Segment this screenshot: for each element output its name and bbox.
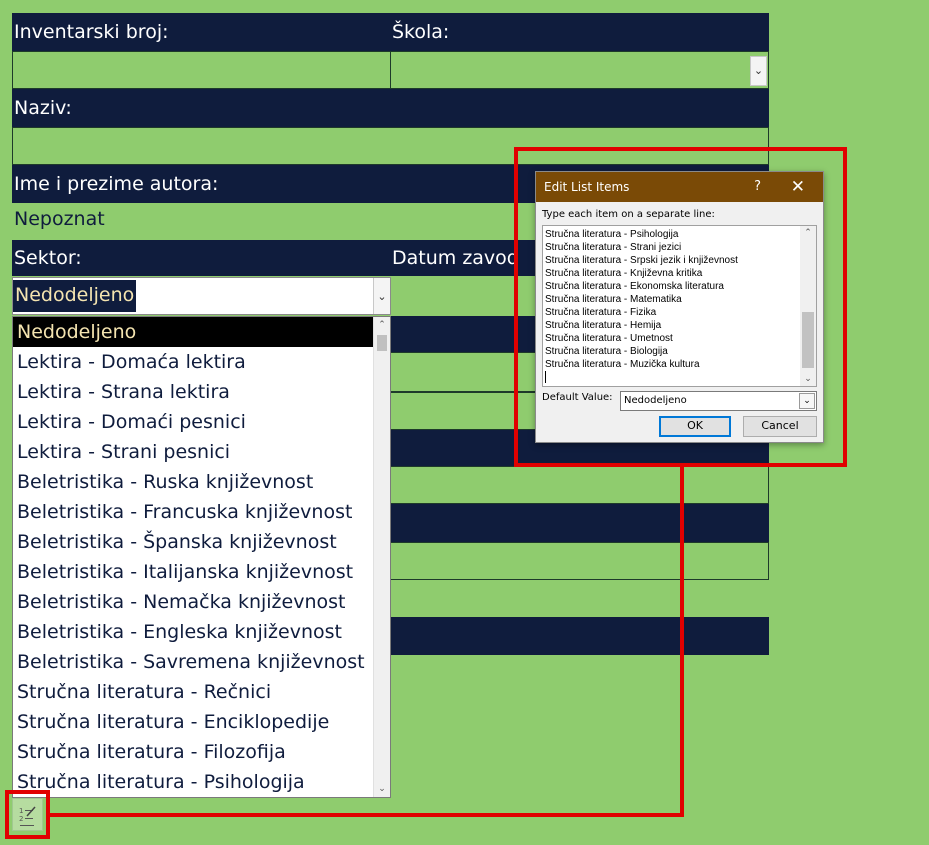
dropdown-item[interactable]: Beletristika - Italijanska književnost: [13, 557, 390, 587]
dialog-titlebar[interactable]: Edit List Items ? ✕: [536, 172, 823, 202]
edit-list-items-dialog: Edit List Items ? ✕ Type each item on a …: [535, 171, 824, 443]
list-item: Stručna literatura - Ekonomska literatur…: [545, 281, 724, 292]
list-item: Stručna literatura - Strani jezici: [545, 242, 682, 253]
list-item: Stručna literatura - Umetnost: [545, 333, 673, 344]
dialog-title: Edit List Items: [544, 180, 630, 194]
dropdown-item[interactable]: Beletristika - Francuska književnost: [13, 497, 390, 527]
default-value-combo[interactable]: Nedodeljeno ⌄: [620, 391, 817, 411]
list-items-textarea[interactable]: Stručna literatura - Psihologija Stručna…: [542, 225, 817, 387]
close-icon[interactable]: ✕: [791, 172, 805, 202]
dialog-instruction: Type each item on a separate line:: [542, 209, 715, 220]
list-item: Stručna literatura - Biologija: [545, 346, 668, 357]
sheet-dark-row-4: [390, 617, 769, 655]
sektor-select[interactable]: Nedodeljeno ⌄: [12, 277, 391, 315]
naziv-label: Naziv:: [14, 97, 72, 119]
dropdown-item[interactable]: Lektira - Domaća lektira: [13, 347, 390, 377]
edit-list-icon[interactable]: 1 2: [12, 798, 43, 831]
sheet-field-3[interactable]: [390, 466, 769, 504]
dropdown-scrollbar[interactable]: ⌃ ⌄: [373, 317, 390, 797]
list-item: Stručna literatura - Srpski jezik i knji…: [545, 255, 738, 266]
list-item: Stručna literatura - Muzička kultura: [545, 359, 700, 370]
scroll-down-icon[interactable]: ⌄: [374, 781, 390, 797]
scroll-thumb[interactable]: [802, 312, 814, 368]
svg-text:1: 1: [19, 807, 23, 815]
highlight-connector-horizontal: [47, 813, 684, 817]
scroll-thumb[interactable]: [377, 335, 387, 351]
sektor-label: Sektor:: [14, 247, 82, 269]
list-scrollbar[interactable]: ⌃ ⌄: [800, 226, 816, 386]
naziv-header-row: [12, 89, 769, 127]
list-item: Stručna literatura - Književna kritika: [545, 268, 703, 279]
default-value-text: Nedodeljeno: [624, 395, 687, 406]
inventar-input[interactable]: [12, 51, 391, 89]
dropdown-item[interactable]: Nedodeljeno: [13, 317, 374, 347]
dropdown-item[interactable]: Beletristika - Španska književnost: [13, 527, 390, 557]
dropdown-item[interactable]: Stručna literatura - Psihologija: [13, 767, 390, 797]
help-button[interactable]: ?: [754, 172, 761, 202]
list-item: Stručna literatura - Hemija: [545, 320, 662, 331]
list-item: Stručna literatura - Matematika: [545, 294, 682, 305]
dropdown-item[interactable]: Stručna literatura - Rečnici: [13, 677, 390, 707]
dropdown-item[interactable]: Lektira - Strana lektira: [13, 377, 390, 407]
dropdown-item[interactable]: Beletristika - Ruska književnost: [13, 467, 390, 497]
sheet-dark-row-3: [390, 504, 769, 542]
inventar-label: Inventarski broj:: [14, 21, 169, 43]
ok-button[interactable]: OK: [659, 416, 731, 437]
highlight-connector-vertical: [680, 467, 684, 817]
list-item: Stručna literatura - Psihologija: [545, 229, 679, 240]
scroll-up-icon[interactable]: ⌃: [374, 317, 390, 333]
dropdown-item[interactable]: Stručna literatura - Enciklopedije: [13, 707, 390, 737]
svg-text:2: 2: [19, 815, 23, 823]
dropdown-item[interactable]: Lektira - Strani pesnici: [13, 437, 390, 467]
autor-value[interactable]: Nepoznat: [14, 203, 105, 235]
skola-label: Škola:: [392, 21, 450, 43]
dropdown-item[interactable]: Beletristika - Nemačka književnost: [13, 587, 390, 617]
chevron-down-icon[interactable]: ⌄: [373, 278, 390, 314]
chevron-down-icon[interactable]: ⌄: [750, 56, 767, 86]
list-item: Stručna literatura - Fizika: [545, 307, 657, 318]
autor-label: Ime i prezime autora:: [14, 173, 219, 195]
cancel-button[interactable]: Cancel: [743, 416, 817, 437]
sektor-dropdown-list[interactable]: Nedodeljeno Lektira - Domaća lektira Lek…: [12, 316, 391, 798]
dropdown-item[interactable]: Beletristika - Engleska književnost: [13, 617, 390, 647]
skola-select[interactable]: ⌄: [390, 51, 769, 89]
dropdown-item[interactable]: Lektira - Domaći pesnici: [13, 407, 390, 437]
dropdown-item[interactable]: Stručna literatura - Filozofija: [13, 737, 390, 767]
datum-label: Datum zavod: [392, 247, 519, 269]
chevron-down-icon[interactable]: ⌄: [799, 393, 815, 409]
sektor-selected-value: Nedodeljeno: [13, 280, 137, 312]
dropdown-item[interactable]: Beletristika - Savremena književnost: [13, 647, 390, 677]
default-value-label: Default Value:: [542, 392, 613, 403]
scroll-down-icon[interactable]: ⌄: [800, 372, 816, 386]
sheet-field-4[interactable]: [390, 542, 769, 580]
scroll-up-icon[interactable]: ⌃: [800, 226, 816, 240]
text-caret: [545, 371, 546, 383]
